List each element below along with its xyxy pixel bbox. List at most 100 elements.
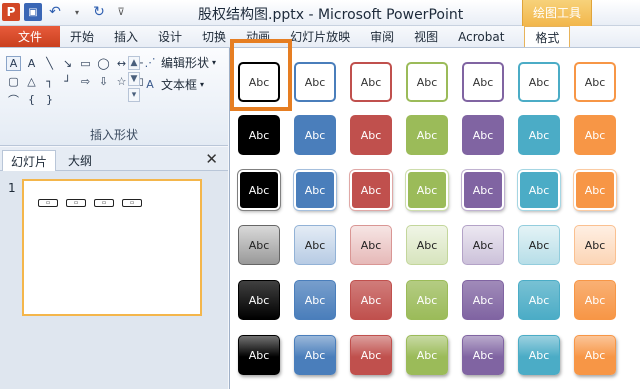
shape-style-tile[interactable]: Abc <box>518 280 560 320</box>
group-label: 插入形状 <box>89 128 138 142</box>
slide-number: 1 <box>8 181 16 195</box>
save-icon[interactable]: ▣ <box>24 3 42 21</box>
shape-style-tile[interactable]: Abc <box>350 225 392 265</box>
tab-review[interactable]: 审阅 <box>360 26 404 47</box>
scroll-down-icon[interactable]: ▼ <box>128 72 140 86</box>
powerpoint-logo-icon[interactable]: P <box>2 3 20 21</box>
shape-style-tile-label: Abc <box>248 128 270 142</box>
shape-style-tile[interactable]: Abc <box>294 62 336 102</box>
down-arrow-shape-icon[interactable]: ⇩ <box>96 74 111 89</box>
shape-style-tile-label: Abc <box>416 348 438 362</box>
shape-style-tile[interactable]: Abc <box>462 280 504 320</box>
shape-style-tile[interactable]: Abc <box>406 225 448 265</box>
right-arrow-shape-icon[interactable]: ⇨ <box>78 74 93 89</box>
tab-design[interactable]: 设计 <box>148 26 192 47</box>
shape-style-tile[interactable]: Abc <box>350 115 392 155</box>
slides-pane: 1 ▭ ▭ ▭ ▭ <box>0 171 228 389</box>
shape-style-tile[interactable]: Abc <box>294 280 336 320</box>
shape-style-tile[interactable]: Abc <box>406 335 448 375</box>
shape-style-tile[interactable]: Abc <box>406 280 448 320</box>
tab-home[interactable]: 开始 <box>60 26 104 47</box>
shape-style-tile[interactable]: Abc <box>574 335 616 375</box>
shape-style-tile-label: Abc <box>416 75 438 89</box>
star-shape-icon[interactable]: ☆ <box>114 74 129 89</box>
shape-style-tile[interactable]: Abc <box>350 170 392 210</box>
scroll-up-icon[interactable]: ▲ <box>128 56 140 70</box>
tab-file[interactable]: 文件 <box>0 26 60 47</box>
shape-style-tile[interactable]: Abc <box>238 115 280 155</box>
edit-shape-label: 编辑形状 <box>161 56 210 70</box>
shape-style-tile-label: Abc <box>472 128 494 142</box>
undo-dropdown-icon[interactable]: ▾ <box>68 3 86 21</box>
shape-style-tile[interactable]: Abc <box>294 170 336 210</box>
curve-shape-icon[interactable]: ⌒ <box>6 92 21 107</box>
text-box-button[interactable]: A 文本框 ▾ <box>142 76 204 93</box>
tab-slide-show[interactable]: 幻灯片放映 <box>280 26 360 47</box>
gallery-more-icon[interactable]: ▾ <box>128 88 140 102</box>
undo-icon[interactable]: ↶ <box>46 3 64 21</box>
oval-shape-icon[interactable]: ◯ <box>96 56 111 71</box>
shape-style-tile[interactable]: Abc <box>518 62 560 102</box>
shape-style-tile-label: Abc <box>360 238 382 252</box>
shape-style-tile[interactable]: Abc <box>574 170 616 210</box>
shape-style-tile-label: Abc <box>584 238 606 252</box>
tab-view[interactable]: 视图 <box>404 26 448 47</box>
shape-style-tile-label: Abc <box>416 183 438 197</box>
connector-shape-icon[interactable]: ┐ <box>42 74 57 89</box>
shape-style-tile[interactable]: Abc <box>350 62 392 102</box>
elbow-arrow-shape-icon[interactable]: ┘ <box>60 74 75 89</box>
shape-style-tile[interactable]: Abc <box>294 335 336 375</box>
shape-style-tile[interactable]: Abc <box>238 170 280 210</box>
shape-style-tile[interactable]: Abc <box>462 62 504 102</box>
triangle-shape-icon[interactable]: △ <box>24 74 39 89</box>
shape-style-tile[interactable]: Abc <box>518 170 560 210</box>
shape-style-tile[interactable]: Abc <box>462 170 504 210</box>
slide-thumbnail[interactable]: ▭ ▭ ▭ ▭ <box>22 179 202 316</box>
tab-format[interactable]: 格式 <box>524 26 571 47</box>
shape-style-tile[interactable]: Abc <box>462 335 504 375</box>
double-arrow-shape-icon[interactable]: ↔ <box>114 56 129 71</box>
shape-style-tile[interactable]: Abc <box>406 170 448 210</box>
shape-style-tile[interactable]: Abc <box>238 335 280 375</box>
tab-outline[interactable]: 大纲 <box>60 150 100 171</box>
rectangle-shape-icon[interactable]: ▭ <box>78 56 93 71</box>
shape-style-tile-label: Abc <box>248 293 270 307</box>
tab-acrobat[interactable]: Acrobat <box>448 26 514 47</box>
shape-style-tile[interactable]: Abc <box>462 115 504 155</box>
edit-shape-button[interactable]: ⋰ 编辑形状 ▾ <box>142 54 217 71</box>
shape-style-tile[interactable]: Abc <box>238 280 280 320</box>
shape-style-tile[interactable]: Abc <box>574 225 616 265</box>
bracket-shape-icon[interactable]: { <box>24 92 39 107</box>
shape-style-tile[interactable]: Abc <box>238 225 280 265</box>
textbox-shape-icon[interactable]: A <box>6 56 21 71</box>
vertical-textbox-shape-icon[interactable]: A <box>24 56 39 71</box>
close-icon[interactable]: ✕ <box>205 150 218 168</box>
shape-style-tile[interactable]: Abc <box>518 115 560 155</box>
shape-style-tile[interactable]: Abc <box>518 225 560 265</box>
shape-style-tile[interactable]: Abc <box>462 225 504 265</box>
shape-style-tile[interactable]: Abc <box>350 280 392 320</box>
redo-icon[interactable]: ↻ <box>90 3 108 21</box>
shape-style-tile[interactable]: Abc <box>574 62 616 102</box>
shape-style-tile[interactable]: Abc <box>294 115 336 155</box>
shape-style-tile-label: Abc <box>528 293 550 307</box>
ribbon-tabs: 文件 开始 插入 设计 切换 动画 幻灯片放映 审阅 视图 Acrobat 格式 <box>0 26 640 48</box>
shape-style-tile[interactable]: Abc <box>406 115 448 155</box>
rounded-rectangle-shape-icon[interactable]: ▢ <box>6 74 21 89</box>
shape-style-tile-label: Abc <box>416 128 438 142</box>
shape-style-tile[interactable]: Abc <box>294 225 336 265</box>
thumbnail-shape: ▭ <box>94 199 114 207</box>
thumbnail-shape: ▭ <box>38 199 58 207</box>
shape-style-tile-label: Abc <box>472 75 494 89</box>
arrow-shape-icon[interactable]: ↘ <box>60 56 75 71</box>
shape-style-tile[interactable]: Abc <box>574 115 616 155</box>
shape-style-tile[interactable]: Abc <box>518 335 560 375</box>
shape-style-tile[interactable]: Abc <box>350 335 392 375</box>
brace-shape-icon[interactable]: } <box>42 92 57 107</box>
line-shape-icon[interactable]: ╲ <box>42 56 57 71</box>
customize-toolbar-icon[interactable]: ⊽ <box>112 3 130 21</box>
tab-slides[interactable]: 幻灯片 <box>2 150 57 171</box>
shape-style-tile[interactable]: Abc <box>574 280 616 320</box>
tab-insert[interactable]: 插入 <box>104 26 148 47</box>
shape-style-tile[interactable]: Abc <box>406 62 448 102</box>
